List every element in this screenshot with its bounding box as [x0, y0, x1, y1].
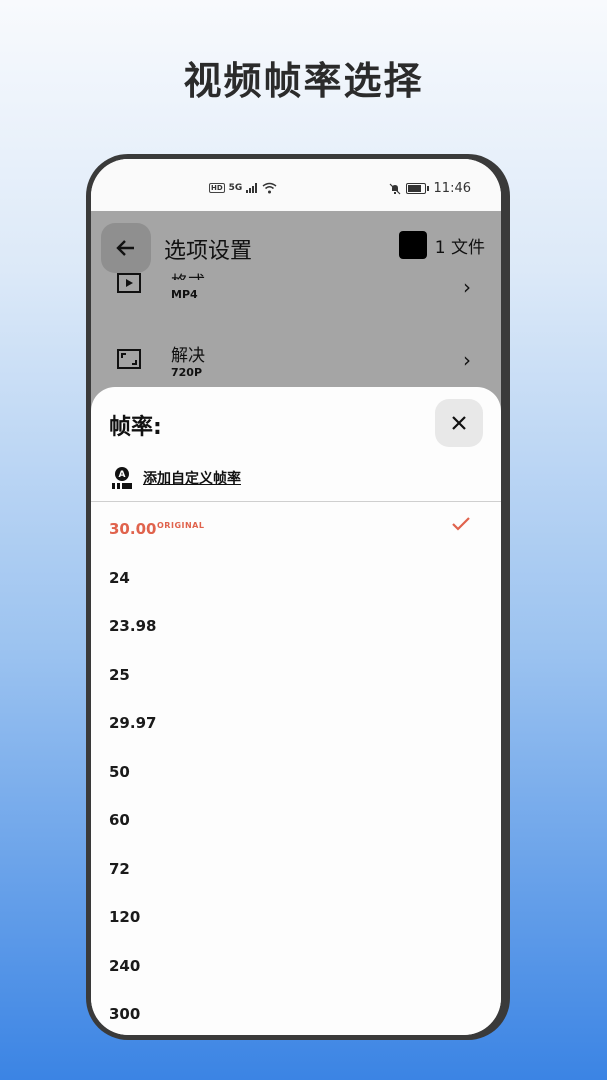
status-right: 11:46: [389, 181, 471, 196]
file-count-label: 1 文件: [434, 237, 485, 258]
status-time: 11:46: [433, 181, 471, 196]
custom-fps-icon: A: [112, 467, 132, 489]
phone-screen: HD 5G 11:46 选项设置 1 文件 MP4 › 解决 720P › 帧率…: [91, 159, 501, 1035]
battery-icon: [405, 183, 426, 194]
add-custom-fps-button[interactable]: A 添加自定义帧率: [111, 466, 241, 490]
fps-option[interactable]: 24: [91, 551, 501, 600]
file-count-chip[interactable]: 1 文件: [398, 231, 485, 259]
status-left: HD 5G: [209, 182, 277, 194]
fps-value: 23.98: [109, 617, 157, 635]
fps-value: 72: [109, 859, 130, 878]
fps-option[interactable]: 300: [91, 987, 501, 1035]
fps-option[interactable]: 120: [91, 890, 501, 939]
chevron-right-icon[interactable]: ›: [463, 275, 471, 299]
fps-value: 30.00: [109, 520, 157, 538]
chevron-right-icon[interactable]: ›: [463, 348, 471, 372]
phone-frame: HD 5G 11:46 选项设置 1 文件 MP4 › 解决 720P › 帧率…: [86, 154, 510, 1040]
fps-option[interactable]: 72: [91, 842, 501, 891]
battery-tip: [426, 186, 429, 191]
network-type: 5G: [228, 183, 243, 193]
page-title: 选项设置: [164, 239, 253, 264]
checkmark-icon: [452, 517, 470, 531]
fps-value: 24: [109, 568, 130, 587]
sheet-title: 帧率:: [109, 415, 162, 440]
settings-row-value: 720P: [171, 366, 203, 379]
fps-option[interactable]: 240: [91, 939, 501, 988]
fps-value: 29.97: [109, 714, 157, 732]
fps-option[interactable]: 29.97: [91, 696, 501, 745]
fps-value: 25: [109, 665, 130, 684]
signal-icon: [246, 183, 258, 193]
mute-bell-icon: [389, 183, 400, 194]
close-icon: [452, 416, 466, 430]
fps-option[interactable]: 23.98: [91, 599, 501, 648]
fps-option[interactable]: 50: [91, 745, 501, 794]
fps-option[interactable]: 25: [91, 648, 501, 697]
fps-list: 30.00 ORIGINAL 24 23.98 25 29.97 50 60 7…: [91, 502, 501, 1035]
fps-option[interactable]: 60: [91, 793, 501, 842]
back-button[interactable]: [101, 223, 151, 273]
fps-value: 60: [109, 811, 130, 829]
fps-value: 300: [109, 1005, 141, 1023]
fps-value: 240: [109, 956, 141, 975]
add-custom-fps-label: 添加自定义帧率: [143, 471, 241, 487]
wifi-icon: [262, 182, 277, 194]
resolution-icon: [117, 349, 141, 369]
file-thumbnail: [398, 231, 427, 259]
frame-rate-sheet: 帧率: A 添加自定义帧率 30.00 ORIGINAL 24 23.98 25…: [91, 387, 501, 1035]
options-page-overlay: 选项设置 1 文件 格式 MP4 › 解决 720P ›: [91, 211, 501, 411]
settings-row-label: 格式: [171, 268, 205, 280]
svg-text:A: A: [119, 470, 126, 480]
fps-option-selected[interactable]: 30.00 ORIGINAL: [91, 502, 501, 551]
back-arrow-icon: [116, 240, 134, 256]
play-icon: [117, 273, 141, 293]
settings-row-value: MP4: [171, 288, 198, 301]
close-button[interactable]: [435, 399, 483, 447]
fps-value: 50: [109, 762, 130, 781]
hero-title: 视频帧率选择: [183, 59, 424, 103]
hd-badge: HD: [209, 183, 225, 193]
original-tag: ORIGINAL: [157, 521, 205, 530]
fps-value: 120: [109, 908, 141, 926]
status-bar: HD 5G 11:46: [91, 159, 501, 211]
settings-row-label: 解决: [171, 346, 205, 366]
